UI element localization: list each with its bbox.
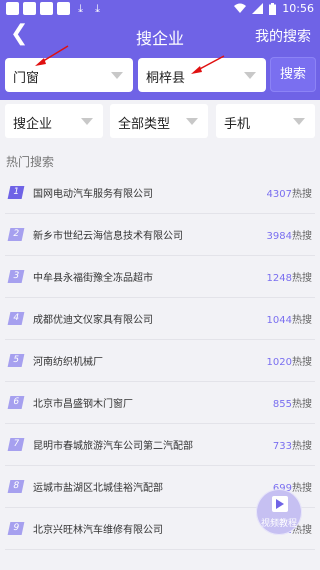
- company-name: 成都优迪文仪家具有限公司: [33, 315, 153, 326]
- company-name: 河南纺织机械厂: [33, 357, 103, 368]
- phone-filter[interactable]: 手机: [216, 104, 315, 138]
- notification-icons: ⤓ ⤓: [6, 2, 104, 15]
- filter-label: 搜企业: [13, 117, 53, 132]
- category-filter[interactable]: 全部类型: [110, 104, 208, 138]
- list-item[interactable]: 4 成都优迪文仪家具有限公司 1044热搜: [0, 298, 320, 340]
- system-icons: 10:56: [234, 2, 314, 15]
- heat-count: 733热搜: [272, 441, 312, 452]
- filter-label: 手机: [224, 117, 251, 132]
- heat-count: 1044热搜: [266, 315, 312, 326]
- rank-badge: 4: [7, 312, 25, 325]
- video-tutorial-button[interactable]: 视频教程: [256, 489, 302, 535]
- dropdown-arrow-icon: [111, 72, 123, 79]
- battery-icon: [269, 2, 277, 15]
- rank-badge: 7: [7, 438, 25, 451]
- keyword-value: 门窗: [13, 71, 40, 86]
- dropdown-arrow-icon: [186, 118, 198, 125]
- heat-count: 855热搜: [272, 399, 312, 410]
- company-name: 新乡市世纪云海信息技术有限公司: [33, 231, 183, 242]
- download-icon: ⤓: [95, 2, 100, 15]
- list-item[interactable]: 2 新乡市世纪云海信息技术有限公司 3984热搜: [0, 214, 320, 256]
- list-item[interactable]: 5 河南纺织机械厂 1020热搜: [0, 340, 320, 382]
- rank-badge: 2: [7, 228, 25, 241]
- filter-bar: 搜企业 全部类型 手机: [0, 100, 320, 142]
- status-bar: ⤓ ⤓ 10:56: [0, 0, 320, 18]
- list-item[interactable]: 6 北京市昌盛钢木门窗厂 855热搜: [0, 382, 320, 424]
- company-name: 国网电动汽车服务有限公司: [33, 189, 153, 200]
- rank-badge: 9: [7, 522, 25, 535]
- rank-badge: 6: [7, 396, 25, 409]
- dropdown-arrow-icon: [293, 118, 305, 125]
- company-name: 北京兴旺林汽车维修有限公司: [33, 525, 163, 536]
- list-item[interactable]: 7 昆明市春城旅游汽车公司第二汽配部 733热搜: [0, 424, 320, 466]
- status-time: 10:56: [282, 2, 314, 15]
- divider: [5, 549, 315, 550]
- filter-label: 全部类型: [118, 117, 171, 132]
- app-square-icon: [23, 2, 36, 15]
- dropdown-arrow-icon: [81, 118, 93, 125]
- video-book-icon: [272, 496, 288, 512]
- my-search-link[interactable]: 我的搜索: [255, 26, 311, 46]
- wifi-icon: [234, 3, 247, 13]
- rank-badge: 8: [7, 480, 25, 493]
- app-square-icon: [57, 2, 70, 15]
- rank-badge: 3: [7, 270, 25, 283]
- company-name: 昆明市春城旅游汽车公司第二汽配部: [33, 441, 193, 452]
- app-square-icon: [6, 2, 19, 15]
- rank-badge: 5: [7, 354, 25, 367]
- annotation-arrow-icon: [191, 55, 225, 74]
- company-name: 中牟县永福街豫全冻品超市: [33, 273, 153, 284]
- list-item[interactable]: 3 中牟县永福街豫全冻品超市 1248热搜: [0, 256, 320, 298]
- region-value: 桐梓县: [146, 71, 186, 86]
- list-item[interactable]: 1 国网电动汽车服务有限公司 4307热搜: [0, 172, 320, 214]
- heat-count: 1248热搜: [266, 273, 312, 284]
- heat-count: 3984热搜: [266, 231, 312, 242]
- video-tutorial-label: 视频教程: [260, 519, 297, 529]
- company-name: 运城市盐湖区北城佳裕汽配部: [33, 483, 163, 494]
- annotation-arrow-icon: [35, 45, 69, 66]
- heat-count: 1020热搜: [266, 357, 312, 368]
- hot-search-title: 热门搜索: [6, 155, 55, 169]
- search-button[interactable]: 搜索: [270, 57, 316, 92]
- app-square-icon: [40, 2, 53, 15]
- dropdown-arrow-icon: [244, 72, 256, 79]
- signal-icon: [252, 3, 264, 14]
- rank-badge: 1: [7, 186, 25, 199]
- heat-count: 4307热搜: [266, 189, 312, 200]
- search-type-filter[interactable]: 搜企业: [5, 104, 103, 138]
- download-icon: ⤓: [78, 2, 83, 15]
- company-name: 北京市昌盛钢木门窗厂: [33, 399, 133, 410]
